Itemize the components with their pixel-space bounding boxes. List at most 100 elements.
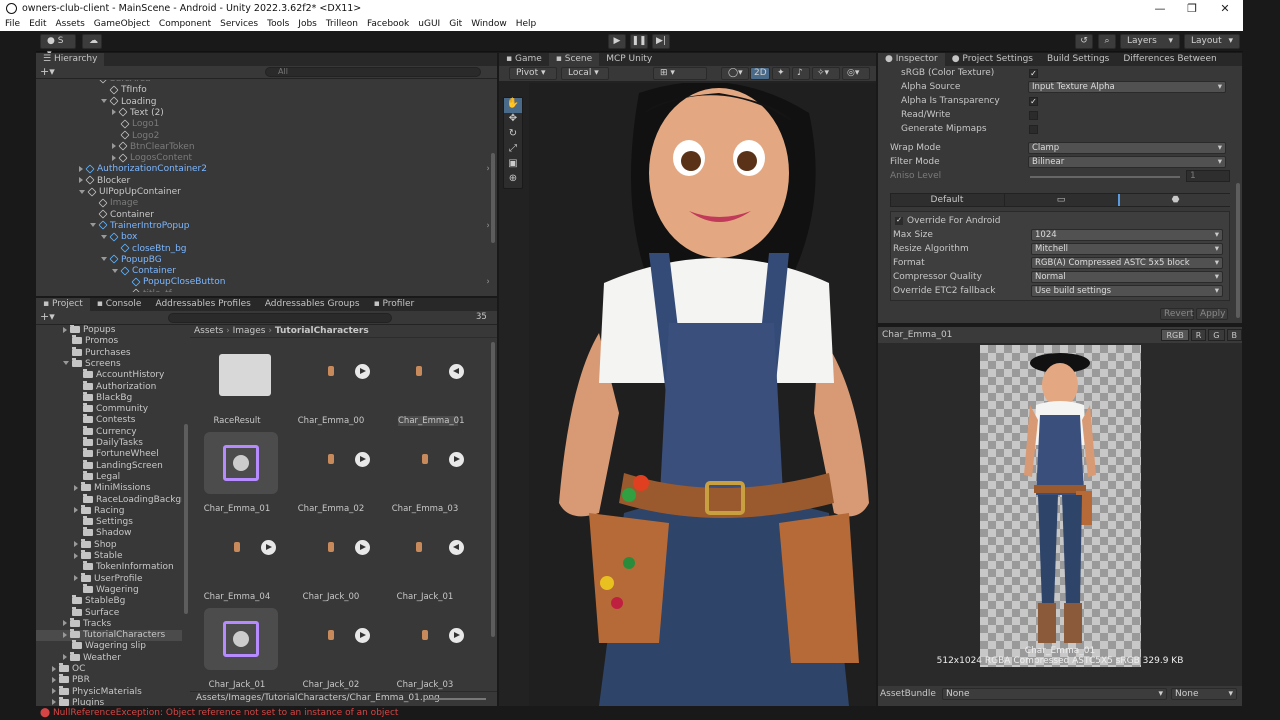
filter-mode-dropdown[interactable]: Bilinear	[1028, 156, 1226, 168]
menu-facebook[interactable]: Facebook	[367, 19, 409, 29]
hierarchy-row[interactable]: PopupBG	[101, 254, 489, 266]
tab-inspector[interactable]: ● Inspector	[878, 53, 945, 66]
asset-item[interactable]: Char_Emma_00	[284, 344, 378, 430]
channel-rgb-button[interactable]: RGB	[1161, 329, 1189, 341]
foldout-arrow-icon[interactable]	[63, 631, 67, 638]
search-icon[interactable]: ⌕	[1098, 34, 1116, 49]
platform-prop-dropdown[interactable]: 1024	[1031, 229, 1223, 241]
play-icon[interactable]	[355, 540, 370, 555]
project-folder-item[interactable]: Tracks	[36, 617, 182, 630]
grid-snap-button[interactable]: ⊞ ▾	[653, 67, 707, 80]
project-folder-item[interactable]: DailyTasks	[36, 437, 182, 449]
asset-item[interactable]: Char_Emma_02	[284, 432, 378, 518]
menu-gameobject[interactable]: GameObject	[94, 19, 150, 29]
inspector-prop-checkbox[interactable]: ✓	[1029, 97, 1038, 106]
menu-component[interactable]: Component	[159, 19, 211, 29]
project-search-input[interactable]	[168, 313, 392, 323]
project-folder-item[interactable]: Plugins	[36, 696, 182, 706]
foldout-arrow-icon[interactable]	[63, 326, 67, 333]
foldout-arrow-icon[interactable]	[74, 484, 78, 491]
channel-b-button[interactable]: B	[1226, 329, 1242, 341]
inspector-prop-checkbox[interactable]	[1029, 111, 1038, 120]
hierarchy-row[interactable]: closeBtn_bg	[112, 243, 489, 255]
inspector-prop-checkbox[interactable]: ✓	[1029, 69, 1038, 78]
project-folder-item[interactable]: Promos	[36, 335, 182, 347]
tab-profiler[interactable]: ▪ Profiler	[367, 298, 422, 311]
foldout-arrow-icon[interactable]	[63, 361, 69, 366]
transform-tool-icon[interactable]: ⊕	[504, 173, 522, 188]
foldout-arrow-icon[interactable]	[79, 177, 83, 184]
play-icon[interactable]	[449, 628, 464, 643]
project-folder-item[interactable]: PBR	[36, 674, 182, 686]
menu-ugui[interactable]: uGUI	[418, 19, 440, 29]
asset-bundle-variant-dropdown[interactable]: None ▾	[1171, 688, 1237, 700]
foldout-arrow-icon[interactable]	[74, 552, 78, 559]
tab-build-settings[interactable]: Build Settings	[1040, 53, 1116, 66]
standalone-platform-icon[interactable]: ▭	[1004, 194, 1117, 206]
project-folder-item[interactable]: Purchases	[36, 346, 182, 359]
prefab-enter-icon[interactable]: ›	[486, 164, 489, 175]
inspector-prop-dropdown[interactable]: Input Texture Alpha	[1028, 81, 1226, 93]
play-back-icon[interactable]	[449, 540, 464, 555]
hierarchy-row[interactable]: PopupCloseButton ›	[123, 277, 489, 288]
platform-prop-dropdown[interactable]: RGB(A) Compressed ASTC 5x5 block	[1031, 257, 1223, 269]
foldout-arrow-icon[interactable]	[63, 654, 67, 661]
project-folder-item[interactable]: Settings	[36, 516, 182, 528]
breadcrumb-item[interactable]: TutorialCharacters	[275, 326, 369, 336]
foldout-arrow-icon[interactable]	[112, 143, 116, 150]
visibility-icon[interactable]: ◎▾	[842, 67, 870, 80]
hierarchy-row[interactable]: Logo2	[112, 130, 489, 142]
pause-icon[interactable]: ❚❚	[630, 34, 648, 49]
hierarchy-row[interactable]: Container	[90, 209, 489, 221]
tab-addressables-groups[interactable]: Addressables Groups	[258, 298, 367, 311]
foldout-arrow-icon[interactable]	[52, 688, 56, 695]
channel-r-button[interactable]: R	[1190, 329, 1207, 341]
project-folder-item[interactable]: Weather	[36, 651, 182, 664]
project-folder-item[interactable]: UserProfile	[36, 572, 182, 585]
project-folder-item[interactable]: Authorization	[36, 380, 182, 393]
folder-tree-scrollbar[interactable]	[184, 424, 188, 614]
foldout-arrow-icon[interactable]	[79, 189, 85, 194]
layers-dropdown[interactable]: Layers ▾	[1120, 34, 1180, 49]
menu-trilleon[interactable]: Trilleon	[326, 19, 358, 29]
menu-help[interactable]: Help	[516, 19, 537, 29]
project-folder-item[interactable]: MiniMissions	[36, 482, 182, 494]
hierarchy-row[interactable]: LogosContent	[112, 153, 489, 164]
move-tool-icon[interactable]: ✥	[504, 113, 522, 128]
project-folder-item[interactable]: Wagering	[36, 583, 182, 596]
character-sprite[interactable]	[529, 83, 876, 706]
project-add-icon[interactable]: +▾	[40, 311, 55, 323]
foldout-arrow-icon[interactable]	[112, 154, 116, 161]
project-folder-item[interactable]: TokenInformation	[36, 561, 182, 573]
project-folder-item[interactable]: Legal	[36, 470, 182, 483]
foldout-arrow-icon[interactable]	[101, 257, 107, 262]
status-bar[interactable]: ⬤ NullReferenceException: Object referen…	[36, 706, 1243, 720]
breadcrumb-item[interactable]: Images	[233, 326, 266, 336]
project-folder-item[interactable]: Popups	[36, 325, 182, 336]
menu-assets[interactable]: Assets	[56, 19, 85, 29]
project-folder-item[interactable]: StableBg	[36, 595, 182, 607]
tab-scene[interactable]: ▪ Scene	[548, 53, 600, 66]
play-icon[interactable]	[355, 628, 370, 643]
menu-edit[interactable]: Edit	[29, 19, 46, 29]
hierarchy-row[interactable]: BtnClearToken	[112, 141, 489, 153]
minimize-icon[interactable]: —	[1142, 0, 1178, 17]
menu-jobs[interactable]: Jobs	[298, 19, 317, 29]
project-folder-item[interactable]: Surface	[36, 606, 182, 619]
apply-button[interactable]: Apply	[1196, 308, 1228, 320]
hierarchy-row[interactable]: Blocker	[79, 175, 489, 187]
foldout-arrow-icon[interactable]	[52, 676, 56, 683]
foldout-arrow-icon[interactable]	[90, 223, 96, 228]
asset-item[interactable]: Char_Jack_00	[284, 520, 378, 606]
hand-tool-icon[interactable]: ✋	[504, 98, 522, 113]
play-icon[interactable]	[355, 452, 370, 467]
close-icon[interactable]: ✕	[1207, 0, 1243, 17]
project-folder-item[interactable]: Currency	[36, 425, 182, 438]
project-folder-item[interactable]: Shop	[36, 538, 182, 551]
hierarchy-row[interactable]: Loading	[101, 96, 489, 108]
android-platform-icon[interactable]: ⬣	[1118, 194, 1231, 206]
hierarchy-row[interactable]: TfInfo	[101, 85, 489, 96]
prefab-enter-icon[interactable]: ›	[486, 221, 489, 232]
hierarchy-row[interactable]: UIPopUpContainer	[79, 186, 489, 198]
lighting-icon[interactable]: ✦	[772, 67, 790, 80]
